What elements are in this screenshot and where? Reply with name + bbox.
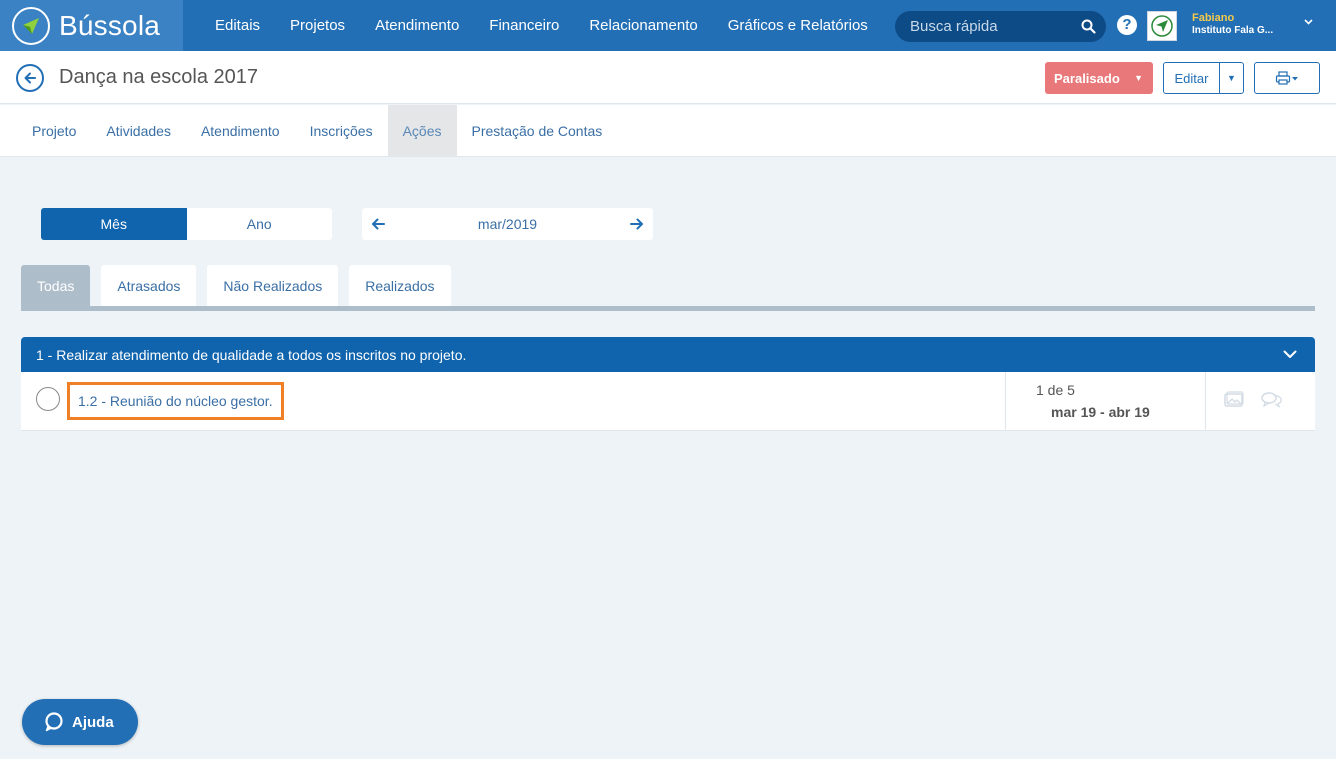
- action-row: 1.2 - Reunião do núcleo gestor. 1 de 5 m…: [21, 372, 1315, 431]
- filter-tab-realizados[interactable]: Realizados: [349, 265, 451, 306]
- tab-projeto[interactable]: Projeto: [17, 105, 91, 156]
- chevron-down-icon[interactable]: [1283, 346, 1297, 362]
- project-tabs: Projeto Atividades Atendimento Inscriçõe…: [0, 105, 1336, 157]
- nav-item-atendimento[interactable]: Atendimento: [360, 17, 474, 34]
- tab-prestacao-de-contas[interactable]: Prestação de Contas: [457, 105, 618, 156]
- tab-inscricoes[interactable]: Inscrições: [295, 105, 388, 156]
- filter-tab-nao-realizados[interactable]: Não Realizados: [207, 265, 339, 306]
- goal-header[interactable]: 1 - Realizar atendimento de qualidade a …: [21, 337, 1315, 372]
- edit-button[interactable]: Editar: [1164, 63, 1220, 93]
- nav-item-financeiro[interactable]: Financeiro: [474, 17, 574, 34]
- page-title: Dança na escola 2017: [59, 66, 259, 88]
- status-label: Paralisado: [1054, 70, 1120, 86]
- filter-tabs-divider: [21, 306, 1315, 311]
- compass-logo-icon: [12, 6, 50, 45]
- action-progress-count: 1 de 5: [1036, 382, 1075, 398]
- filter-tab-atrasados[interactable]: Atrasados: [101, 265, 197, 306]
- user-menu[interactable]: Fabiano Instituto Fala G...: [1192, 12, 1273, 36]
- status-dropdown-button[interactable]: Paralisado ▼: [1045, 62, 1153, 94]
- back-button[interactable]: [16, 64, 44, 92]
- period-month-button[interactable]: Mês: [41, 208, 187, 240]
- chat-bubble-icon: [45, 712, 63, 732]
- print-button[interactable]: [1254, 62, 1320, 94]
- project-header: Dança na escola 2017 Paralisado ▼ Editar…: [0, 51, 1336, 104]
- help-button-label: Ajuda: [72, 713, 114, 731]
- caret-down-icon[interactable]: ▼: [1220, 63, 1243, 93]
- printer-icon: [1275, 71, 1298, 85]
- user-name: Fabiano: [1192, 12, 1235, 24]
- tab-acoes[interactable]: Ações: [387, 105, 457, 156]
- nav-item-graficos-relatorios[interactable]: Gráficos e Relatórios: [713, 17, 883, 34]
- action-complete-checkbox[interactable]: [36, 387, 60, 411]
- period-year-button[interactable]: Ano: [187, 208, 333, 240]
- main-nav: Editais Projetos Atendimento Financeiro …: [200, 0, 883, 51]
- tab-atendimento[interactable]: Atendimento: [186, 105, 295, 156]
- arrow-left-icon[interactable]: [370, 216, 386, 232]
- filter-tabs: Todas Atrasados Não Realizados Realizado…: [21, 265, 462, 306]
- edit-button-group: Editar ▼: [1163, 62, 1244, 94]
- column-divider: [1205, 372, 1206, 431]
- organization-logo-icon[interactable]: [1147, 11, 1177, 41]
- user-organization: Instituto Fala G...: [1192, 25, 1274, 36]
- caret-down-icon: ▼: [1134, 73, 1143, 83]
- arrow-left-icon: [24, 72, 36, 84]
- action-title-link[interactable]: 1.2 - Reunião do núcleo gestor.: [67, 382, 284, 420]
- search-input[interactable]: [910, 18, 1081, 35]
- nav-item-editais[interactable]: Editais: [200, 17, 275, 34]
- tab-atividades[interactable]: Atividades: [91, 105, 186, 156]
- brand[interactable]: Bússola: [0, 0, 183, 51]
- search-icon[interactable]: [1081, 19, 1096, 34]
- help-chat-button[interactable]: Ajuda: [22, 699, 138, 745]
- current-month-label: mar/2019: [477, 216, 538, 232]
- nav-item-relacionamento[interactable]: Relacionamento: [574, 17, 712, 34]
- nav-item-projetos[interactable]: Projetos: [275, 17, 360, 34]
- filter-tab-todas[interactable]: Todas: [21, 265, 91, 306]
- comments-icon[interactable]: [1261, 391, 1283, 413]
- goal-title: 1 - Realizar atendimento de qualidade a …: [36, 346, 467, 363]
- brand-name: Bússola: [59, 9, 161, 41]
- period-toggle: Mês Ano: [41, 208, 332, 240]
- image-icon[interactable]: [1224, 391, 1244, 413]
- column-divider: [1005, 372, 1006, 431]
- arrow-right-icon[interactable]: [629, 216, 645, 232]
- action-date-range: mar 19 - abr 19: [1051, 404, 1150, 420]
- help-icon[interactable]: ?: [1117, 15, 1137, 35]
- top-navbar: Bússola Editais Projetos Atendimento Fin…: [0, 0, 1336, 51]
- month-navigator: mar/2019: [362, 208, 653, 240]
- chevron-down-icon[interactable]: [1304, 16, 1313, 28]
- quick-search: [895, 11, 1106, 42]
